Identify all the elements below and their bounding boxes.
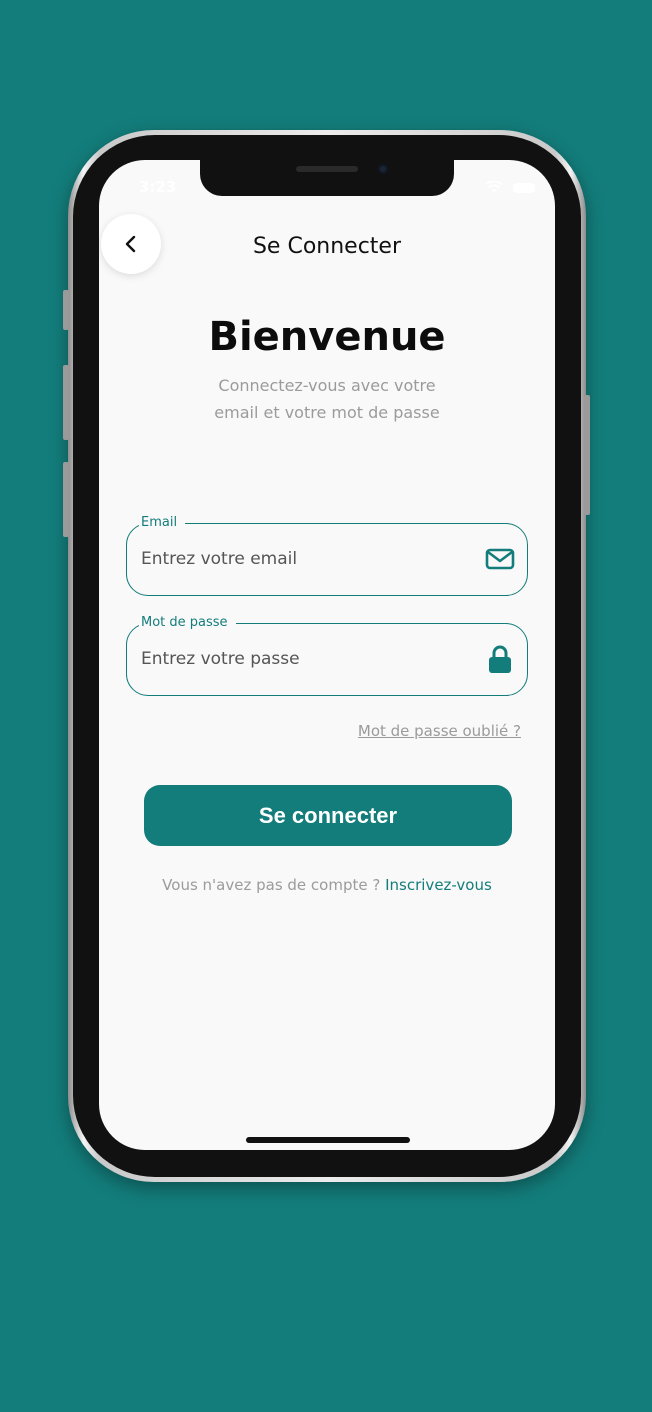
password-input[interactable] bbox=[141, 624, 475, 694]
signup-text: Vous n'avez pas de compte ? bbox=[162, 876, 381, 894]
lock-icon bbox=[489, 645, 511, 673]
volume-down-button bbox=[63, 462, 69, 537]
welcome-subtitle: Connectez-vous avec votre email et votre… bbox=[179, 372, 475, 426]
password-field[interactable]: Mot de passe bbox=[126, 614, 528, 696]
front-camera bbox=[378, 164, 388, 174]
signup-link[interactable]: Inscrivez-vous bbox=[385, 876, 492, 894]
email-input[interactable] bbox=[141, 524, 475, 594]
home-indicator[interactable] bbox=[246, 1137, 410, 1143]
page-title: Se Connecter bbox=[252, 234, 402, 259]
email-field[interactable]: Email bbox=[126, 514, 528, 596]
mute-switch bbox=[63, 290, 69, 330]
notch bbox=[200, 160, 454, 196]
speaker-grille bbox=[296, 166, 358, 172]
signup-prompt: Vous n'avez pas de compte ? Inscrivez-vo… bbox=[99, 876, 555, 894]
status-indicators bbox=[485, 180, 535, 194]
wifi-icon bbox=[485, 181, 503, 193]
app-screen: 3:23 Se Connecter Bienvenue Connectez-vo… bbox=[99, 160, 555, 1150]
subtitle-line-2: email et votre mot de passe bbox=[214, 403, 440, 422]
welcome-heading: Bienvenue bbox=[208, 314, 446, 360]
status-time: 3:23 bbox=[139, 178, 177, 196]
subtitle-line-1: Connectez-vous avec votre bbox=[218, 376, 436, 395]
battery-icon bbox=[513, 182, 535, 193]
power-button bbox=[584, 395, 590, 515]
login-button[interactable]: Se connecter bbox=[144, 785, 512, 846]
forgot-password-link[interactable]: Mot de passe oublié ? bbox=[358, 722, 521, 740]
envelope-icon bbox=[485, 548, 515, 570]
volume-up-button bbox=[63, 365, 69, 440]
